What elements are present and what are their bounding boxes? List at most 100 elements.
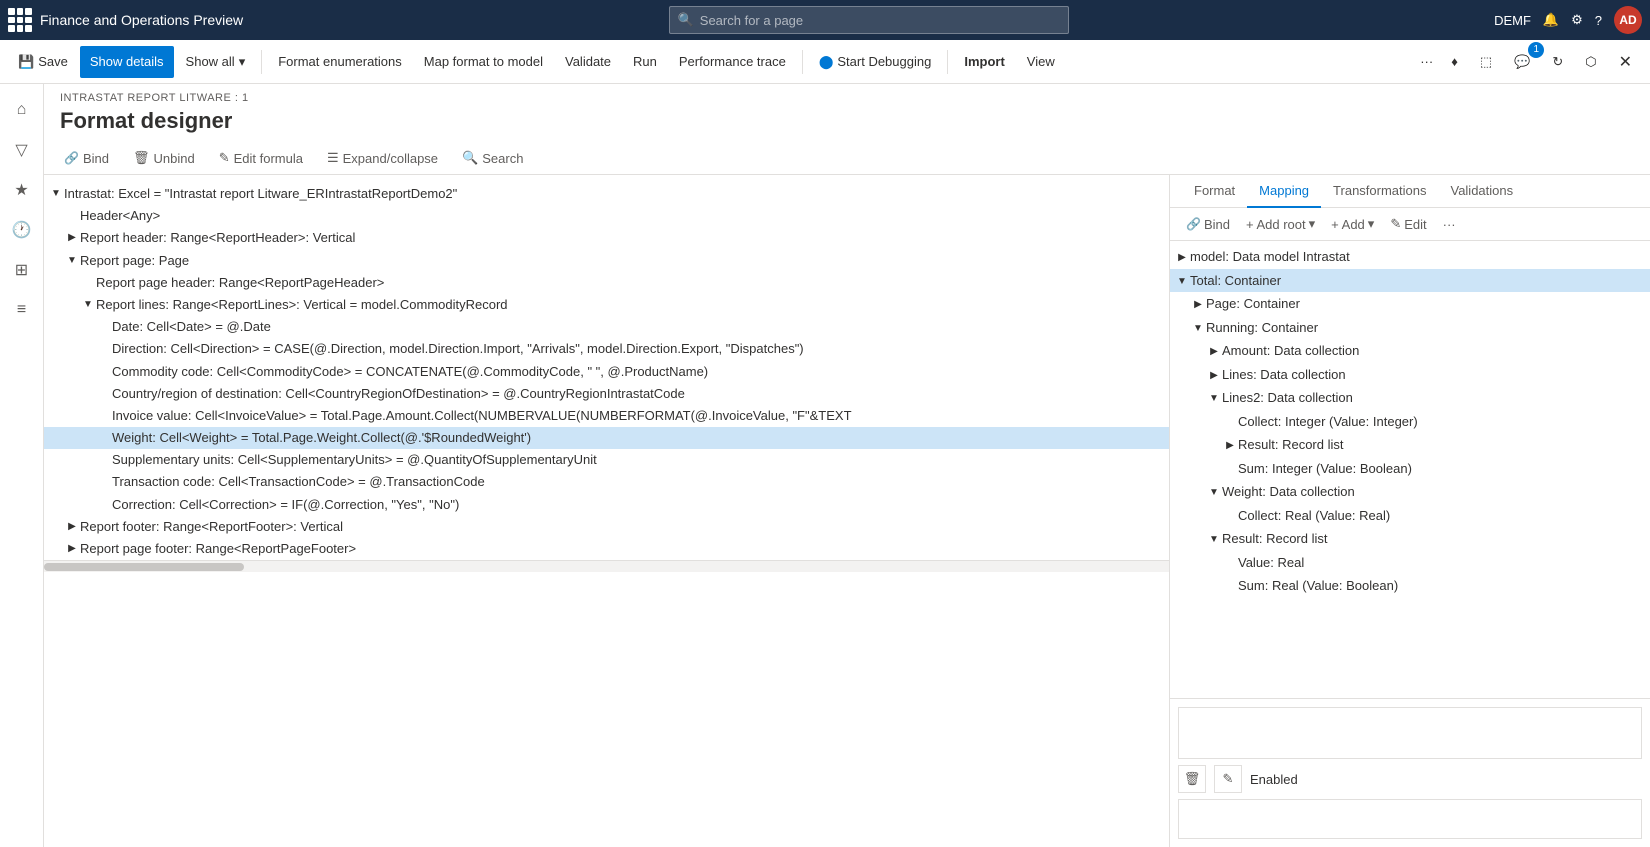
- unbind-button[interactable]: 🗑 Unbind: [129, 148, 199, 168]
- settings-icon[interactable]: ⚙: [1571, 12, 1583, 28]
- bind-button[interactable]: 🔗 Bind: [60, 149, 113, 168]
- start-debugging-button[interactable]: ⬤ Start Debugging: [809, 46, 942, 78]
- tree-node-report-lines[interactable]: ▼ Report lines: Range<ReportLines>: Vert…: [44, 294, 1169, 316]
- rtree-total-label: Total: Container: [1190, 271, 1281, 291]
- rtree-value-real[interactable]: Value: Real: [1170, 551, 1650, 575]
- close-button[interactable]: ✕: [1609, 46, 1642, 78]
- tree-node-report-page[interactable]: ▼ Report page: Page: [44, 250, 1169, 272]
- tree-node-report-footer[interactable]: ▶ Report footer: Range<ReportFooter>: Ve…: [44, 516, 1169, 538]
- user-avatar[interactable]: AD: [1614, 6, 1642, 34]
- rtree-running-label: Running: Container: [1206, 318, 1318, 338]
- tree-node-report-page-header[interactable]: Report page header: Range<ReportPageHead…: [44, 272, 1169, 294]
- edit-formula-label: Edit formula: [234, 151, 303, 166]
- expand-icon-page: ▶: [1190, 297, 1206, 312]
- rtree-amount-dc[interactable]: ▶ Amount: Data collection: [1170, 339, 1650, 363]
- expand-collapse-button[interactable]: ☰ Expand/collapse: [323, 148, 442, 168]
- horizontal-scrollbar[interactable]: [44, 560, 1169, 572]
- sidebar-item-recent[interactable]: 🕐: [4, 212, 40, 248]
- node-text-invoice: Invoice value: Cell<InvoiceValue> = Tota…: [112, 407, 1161, 425]
- tree-node-supplementary[interactable]: Supplementary units: Cell<SupplementaryU…: [44, 449, 1169, 471]
- expand-icon-rf: ▶: [64, 520, 80, 534]
- rtree-result-rl2[interactable]: ▼ Result: Record list: [1170, 527, 1650, 551]
- edit-formula-button[interactable]: ✎ Edit formula: [215, 148, 307, 168]
- tree-node-weight[interactable]: Weight: Cell<Weight> = Total.Page.Weight…: [44, 427, 1169, 449]
- rtree-weight-dc[interactable]: ▼ Weight: Data collection: [1170, 480, 1650, 504]
- notification-icon[interactable]: 🔔: [1543, 12, 1559, 28]
- run-button[interactable]: Run: [623, 46, 667, 78]
- enabled-formula-box[interactable]: [1178, 799, 1642, 839]
- tree-node-country[interactable]: Country/region of destination: Cell<Coun…: [44, 383, 1169, 405]
- add-root-label: + Add root: [1246, 217, 1306, 232]
- rtree-result-rl[interactable]: ▶ Result: Record list: [1170, 433, 1650, 457]
- toolbar-sep-3: [947, 50, 948, 74]
- tab-validations[interactable]: Validations: [1438, 175, 1525, 208]
- favorite-icon-button[interactable]: ♦: [1441, 46, 1468, 78]
- tree-node-transaction[interactable]: Transaction code: Cell<TransactionCode> …: [44, 471, 1169, 493]
- edit-button[interactable]: ✎ Edit: [1386, 214, 1430, 234]
- tree-node-invoice[interactable]: Invoice value: Cell<InvoiceValue> = Tota…: [44, 405, 1169, 427]
- tab-transformations[interactable]: Transformations: [1321, 175, 1438, 208]
- format-enumerations-button[interactable]: Format enumerations: [268, 46, 412, 78]
- show-details-label: Show details: [90, 54, 164, 69]
- right-bind-button[interactable]: 🔗 Bind: [1182, 215, 1234, 234]
- rtree-total[interactable]: ▼ Total: Container: [1170, 269, 1650, 293]
- save-button[interactable]: 💾 Save: [8, 46, 78, 78]
- tab-mapping[interactable]: Mapping: [1247, 175, 1321, 208]
- rtree-sum-int[interactable]: Sum: Integer (Value: Boolean): [1170, 457, 1650, 481]
- pop-out-button[interactable]: ⬡: [1575, 46, 1606, 78]
- sidebar-item-home[interactable]: ⌂: [4, 92, 40, 128]
- help-icon[interactable]: ?: [1595, 13, 1602, 28]
- more-right-button[interactable]: ···: [1439, 215, 1460, 234]
- sidebar-item-filter[interactable]: ▽: [4, 132, 40, 168]
- tree-node-header[interactable]: Header<Any>: [44, 205, 1169, 227]
- expand-button[interactable]: ⬚: [1470, 46, 1502, 78]
- tree-node-commodity[interactable]: Commodity code: Cell<CommodityCode> = CO…: [44, 361, 1169, 383]
- rtree-lines-dc[interactable]: ▶ Lines: Data collection: [1170, 363, 1650, 387]
- delete-enabled-button[interactable]: 🗑: [1178, 765, 1206, 793]
- edit-enabled-button[interactable]: ✎: [1214, 765, 1242, 793]
- tree-node-date[interactable]: Date: Cell<Date> = @.Date: [44, 316, 1169, 338]
- add-button[interactable]: + Add ▾: [1327, 214, 1378, 234]
- rtree-sum-bool[interactable]: Sum: Real (Value: Boolean): [1170, 574, 1650, 598]
- expand-icon-result-rl: ▶: [1222, 438, 1238, 453]
- command-toolbar: 💾 Save Show details Show all ▾ Format en…: [0, 40, 1650, 84]
- sidebar-item-workspaces[interactable]: ⊞: [4, 252, 40, 288]
- more-options-button[interactable]: ···: [1414, 46, 1439, 78]
- sidebar-item-favorites[interactable]: ★: [4, 172, 40, 208]
- rtree-model[interactable]: ▶ model: Data model Intrastat: [1170, 245, 1650, 269]
- expand-icon-report-page: ▼: [64, 254, 80, 268]
- validate-button[interactable]: Validate: [555, 46, 621, 78]
- search-button[interactable]: 🔍 Search: [458, 148, 527, 168]
- rtree-lines2-dc[interactable]: ▼ Lines2: Data collection: [1170, 386, 1650, 410]
- chat-icon-button[interactable]: 💬 1: [1504, 46, 1540, 78]
- refresh-button[interactable]: ↻: [1542, 46, 1573, 78]
- rtree-running[interactable]: ▼ Running: Container: [1170, 316, 1650, 340]
- scroll-thumb[interactable]: [44, 563, 244, 571]
- app-menu-icon[interactable]: [8, 8, 32, 32]
- view-button[interactable]: View: [1017, 46, 1065, 78]
- rtree-collect-real[interactable]: Collect: Real (Value: Real): [1170, 504, 1650, 528]
- add-root-button[interactable]: + Add root ▾: [1242, 214, 1319, 234]
- tab-format[interactable]: Format: [1182, 175, 1247, 208]
- performance-trace-button[interactable]: Performance trace: [669, 46, 796, 78]
- node-text-supp: Supplementary units: Cell<SupplementaryU…: [112, 451, 1161, 469]
- formula-input-box[interactable]: [1178, 707, 1642, 759]
- rtree-page[interactable]: ▶ Page: Container: [1170, 292, 1650, 316]
- global-search[interactable]: 🔍 Search for a page: [669, 6, 1069, 34]
- sidebar-item-list[interactable]: ≡: [4, 292, 40, 328]
- show-all-label: Show all: [186, 54, 235, 69]
- enabled-label: Enabled: [1250, 772, 1298, 787]
- show-all-button[interactable]: Show all ▾: [176, 46, 256, 78]
- tree-node-root[interactable]: ▼ Intrastat: Excel = "Intrastat report L…: [44, 183, 1169, 205]
- toolbar-sep-1: [261, 50, 262, 74]
- import-button[interactable]: Import: [954, 46, 1014, 78]
- show-details-button[interactable]: Show details: [80, 46, 174, 78]
- tree-node-correction[interactable]: Correction: Cell<Correction> = IF(@.Corr…: [44, 494, 1169, 516]
- tree-node-report-page-footer[interactable]: ▶ Report page footer: Range<ReportPageFo…: [44, 538, 1169, 560]
- tree-node-direction[interactable]: Direction: Cell<Direction> = CASE(@.Dire…: [44, 338, 1169, 360]
- expand-icon-amount: ▶: [1206, 344, 1222, 359]
- link-icon: 🔗: [64, 151, 79, 165]
- rtree-collect-int[interactable]: Collect: Integer (Value: Integer): [1170, 410, 1650, 434]
- map-format-button[interactable]: Map format to model: [414, 46, 553, 78]
- tree-node-report-header[interactable]: ▶ Report header: Range<ReportHeader>: Ve…: [44, 227, 1169, 249]
